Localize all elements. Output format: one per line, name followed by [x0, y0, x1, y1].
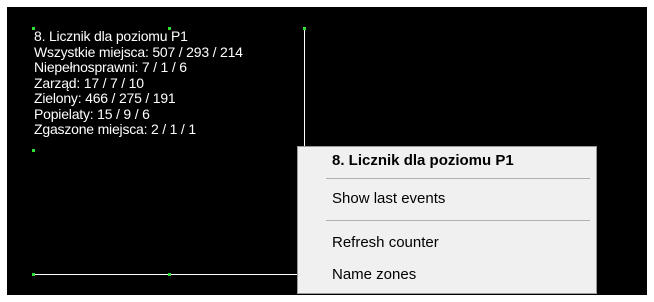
menu-separator: [326, 220, 590, 221]
counter-management-spaces: Zarząd: 17 / 7 / 10: [34, 74, 144, 91]
name-zones-menu-item[interactable]: Name zones: [332, 264, 416, 286]
counter-disabled-off-spaces: Zgaszone miejsca: 2 / 1 / 1: [34, 121, 196, 137]
level-counter-widget[interactable]: 8. Licznik dla poziomu P1 Wszystkie miej…: [32, 27, 312, 276]
refresh-counter-menu-item[interactable]: Refresh counter: [332, 232, 439, 254]
annotation-number-2: 2: [616, 182, 632, 212]
selection-handle-top-left[interactable]: [32, 27, 35, 30]
counter-text: 8. Licznik dla poziomu P1 Wszystkie miej…: [34, 28, 290, 138]
counter-grey-spaces: Popielaty: 15 / 9 / 6: [34, 105, 150, 122]
widget-bottom-edge: [32, 274, 312, 275]
annotation-number-1: 1: [616, 146, 632, 176]
show-last-events-menu-item[interactable]: Show last events: [332, 188, 445, 210]
counter-green-spaces: Zielony: 466 / 275 / 191: [34, 90, 176, 106]
annotation-number-3: 3: [616, 227, 632, 257]
context-menu: 8. Licznik dla poziomu P1 Show last even…: [297, 146, 597, 294]
selection-handle-middle-left[interactable]: [32, 149, 35, 152]
counter-title: 8. Licznik dla poziomu P1: [34, 28, 188, 44]
counter-disabled-spaces: Niepełnosprawni: 7 / 1 / 6: [34, 59, 187, 75]
counter-all-spaces: Wszystkie miejsca: 507 / 293 / 214: [34, 43, 243, 60]
menu-separator: [326, 178, 590, 179]
selection-handle-top-right[interactable]: [303, 27, 306, 30]
selection-handle-bottom-left[interactable]: [32, 273, 35, 276]
context-menu-title: 8. Licznik dla poziomu P1: [332, 152, 514, 169]
selection-handle-top-middle[interactable]: [168, 27, 171, 30]
selection-handle-bottom-middle[interactable]: [168, 273, 171, 276]
annotation-number-4: 4: [616, 258, 632, 288]
